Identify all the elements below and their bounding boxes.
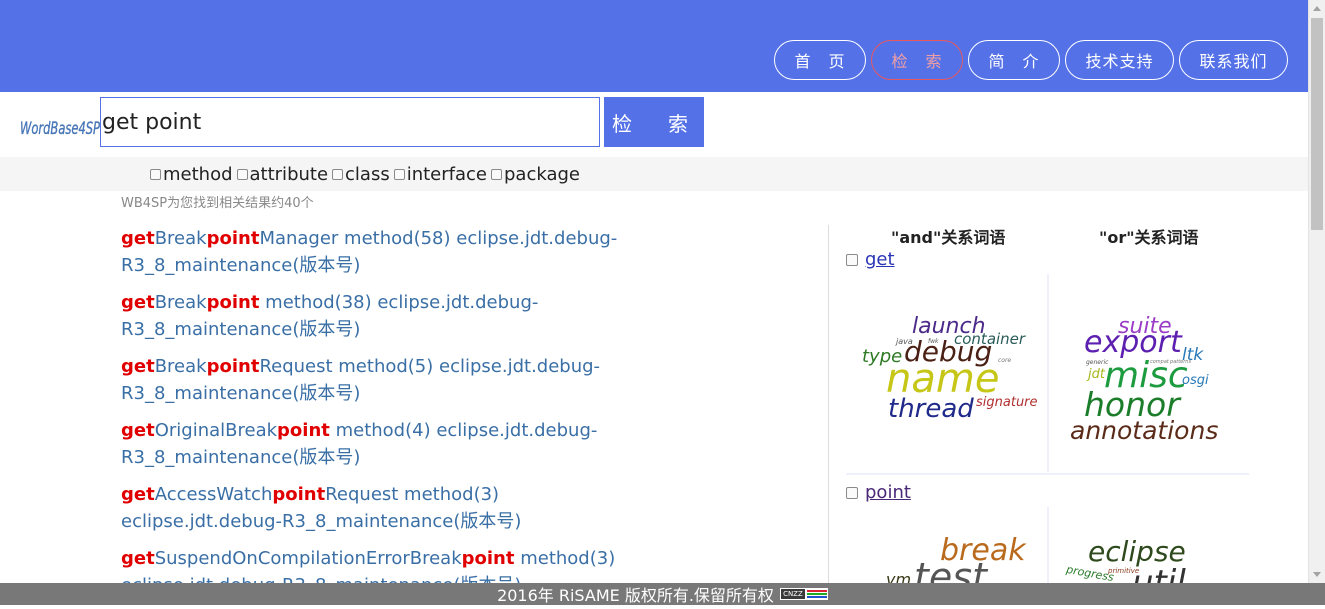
cloud-word[interactable]: jdt [1088,368,1105,381]
wordcloud-get-and: launch java fwk container debug type nam… [848,276,1048,476]
top-header-bar: 首 页 检 索 简 介 技术支持 联系我们 [0,0,1308,92]
result-list: getBreakpointManager method(58) eclipse.… [121,225,641,609]
related-group-point: point [846,482,911,503]
nav-contact-button[interactable]: 联系我们 [1179,40,1288,80]
cloud-word[interactable]: patterns [1170,360,1191,365]
cloud-word[interactable]: eclipse [1088,538,1186,566]
filter-interface-label: interface [406,164,487,185]
result-keyword-highlight: get [121,292,155,313]
related-point-link[interactable]: point [865,482,911,503]
filter-class[interactable]: class [332,164,390,185]
logo-text: WordBase4SP [20,119,101,139]
result-text: AccessWatch [154,484,273,505]
group-separator [846,473,1249,475]
result-keyword-highlight: point [272,484,326,505]
type-filters: method attribute class interface package [150,164,584,185]
scroll-up-arrow-icon[interactable] [1313,6,1321,11]
filter-package[interactable]: package [491,164,580,185]
filter-method-label: method [163,164,233,185]
result-text: Break [154,228,207,249]
related-get-checkbox[interactable] [846,253,858,266]
cloud-word[interactable]: annotations [1070,418,1218,443]
nav-intro-button[interactable]: 简 介 [968,40,1060,80]
page-scrollbar[interactable] [1308,0,1325,583]
footer: 2016年 RiSAME 版权所有.保留所有权 CNZZ [0,583,1325,605]
scroll-down-arrow-icon[interactable] [1313,572,1321,577]
nav-support-button[interactable]: 技术支持 [1065,40,1174,80]
related-point-checkbox[interactable] [846,486,858,499]
result-keyword-highlight: get [121,548,155,569]
filter-class-checkbox[interactable] [332,169,344,180]
nav-search-button[interactable]: 检 索 [871,40,963,80]
wordcloud-point-and: break vm test [848,508,1048,584]
result-keyword-highlight: point [206,356,260,377]
result-text: SuspendOnCompilationErrorBreak [154,548,462,569]
result-item[interactable]: getBreakpoint method(38) eclipse.jdt.deb… [121,289,641,343]
filter-method[interactable]: method [150,164,233,185]
result-item[interactable]: getAccessWatchpointRequest method(3) ecl… [121,481,641,535]
cnzz-badge-icon[interactable]: CNZZ [779,588,828,600]
result-text: Break [154,356,207,377]
cloud-word[interactable]: util [1132,566,1186,583]
panel-divider [828,225,829,585]
filter-attribute[interactable]: attribute [236,164,329,185]
copyright-text: 2016年 RiSAME 版权所有.保留所有权 [497,586,774,605]
result-item[interactable]: getOriginalBreakpoint method(4) eclipse.… [121,417,641,471]
filter-interface[interactable]: interface [393,164,487,185]
result-keyword-highlight: point [461,548,515,569]
cloud-word[interactable]: export [1084,328,1182,358]
result-keyword-highlight: point [206,228,260,249]
cloud-word[interactable]: name [886,359,999,399]
result-item[interactable]: getBreakpointRequest method(5) eclipse.j… [121,353,641,407]
result-item[interactable]: getBreakpointManager method(58) eclipse.… [121,225,641,279]
filter-attribute-checkbox[interactable] [236,169,248,180]
and-relation-heading: "and"关系词语 [891,228,1006,247]
filter-package-label: package [504,164,580,185]
related-get-link[interactable]: get [865,249,895,270]
related-group-get: get [846,249,895,270]
cloud-word[interactable]: test [914,558,987,583]
result-keyword-highlight: get [121,228,155,249]
result-keyword-highlight: get [121,420,155,441]
filter-package-checkbox[interactable] [491,169,502,180]
result-text: OriginalBreak [154,420,278,441]
result-keyword-highlight: get [121,484,155,505]
cloud-word[interactable]: vm [886,572,911,584]
cloud-word[interactable]: compat [1150,360,1169,365]
wordcloud-point-or: eclipse primitive progress util [1052,508,1252,584]
cloud-word[interactable]: core [998,358,1011,364]
search-button[interactable]: 检 索 [604,97,704,147]
wordcloud-get-or: suite export ltk jdt misc osgi honor ann… [1052,276,1252,476]
cloud-word[interactable]: signature [976,396,1038,409]
main-nav: 首 页 检 索 简 介 技术支持 联系我们 [774,40,1288,80]
filter-attribute-label: attribute [249,164,329,185]
result-keyword-highlight: get [121,356,155,377]
result-text: Break [154,292,207,313]
nav-home-button[interactable]: 首 页 [774,40,866,80]
or-relation-heading: "or"关系词语 [1099,228,1199,247]
cloud-word[interactable]: osgi [1182,374,1209,387]
filter-method-checkbox[interactable] [150,169,161,180]
result-keyword-highlight: point [206,292,260,313]
site-logo[interactable]: WordBase4SP [20,107,102,141]
filter-class-label: class [345,164,390,185]
search-input[interactable] [100,97,600,147]
cloud-word[interactable]: generic [1086,360,1108,366]
scrollbar-thumb[interactable] [1311,18,1323,230]
filter-interface-checkbox[interactable] [393,169,405,180]
result-keyword-highlight: point [277,420,330,441]
result-count: WB4SP为您找到相关结果约40个 [121,196,314,211]
cloud-word[interactable]: thread [888,396,974,422]
